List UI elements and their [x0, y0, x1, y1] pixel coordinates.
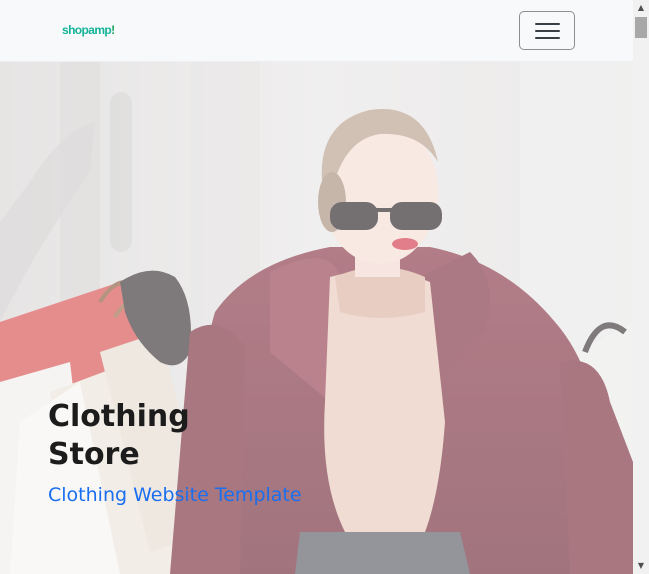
scrollbar-thumb[interactable] — [635, 17, 647, 38]
page: shopamp! Clothing Store Clothing Website… — [0, 0, 649, 574]
vertical-scrollbar[interactable]: ▲ ▼ — [633, 0, 649, 574]
navbar-toggler-button[interactable] — [519, 11, 575, 50]
hero-subtitle: Clothing Website Template — [48, 484, 302, 506]
brand-logo-text: shopamp — [62, 23, 112, 37]
navbar: shopamp! — [0, 0, 633, 62]
hero-banner: Clothing Store Clothing Website Template — [0, 62, 633, 574]
browser-viewport: shopamp! Clothing Store Clothing Website… — [0, 0, 633, 574]
brand-logo[interactable]: shopamp! — [62, 22, 115, 38]
scroll-up-arrow-icon[interactable]: ▲ — [633, 0, 649, 16]
brand-logo-accent: ! — [111, 23, 115, 37]
scroll-down-arrow-icon[interactable]: ▼ — [633, 558, 649, 574]
hero-title: Clothing Store — [48, 399, 190, 472]
